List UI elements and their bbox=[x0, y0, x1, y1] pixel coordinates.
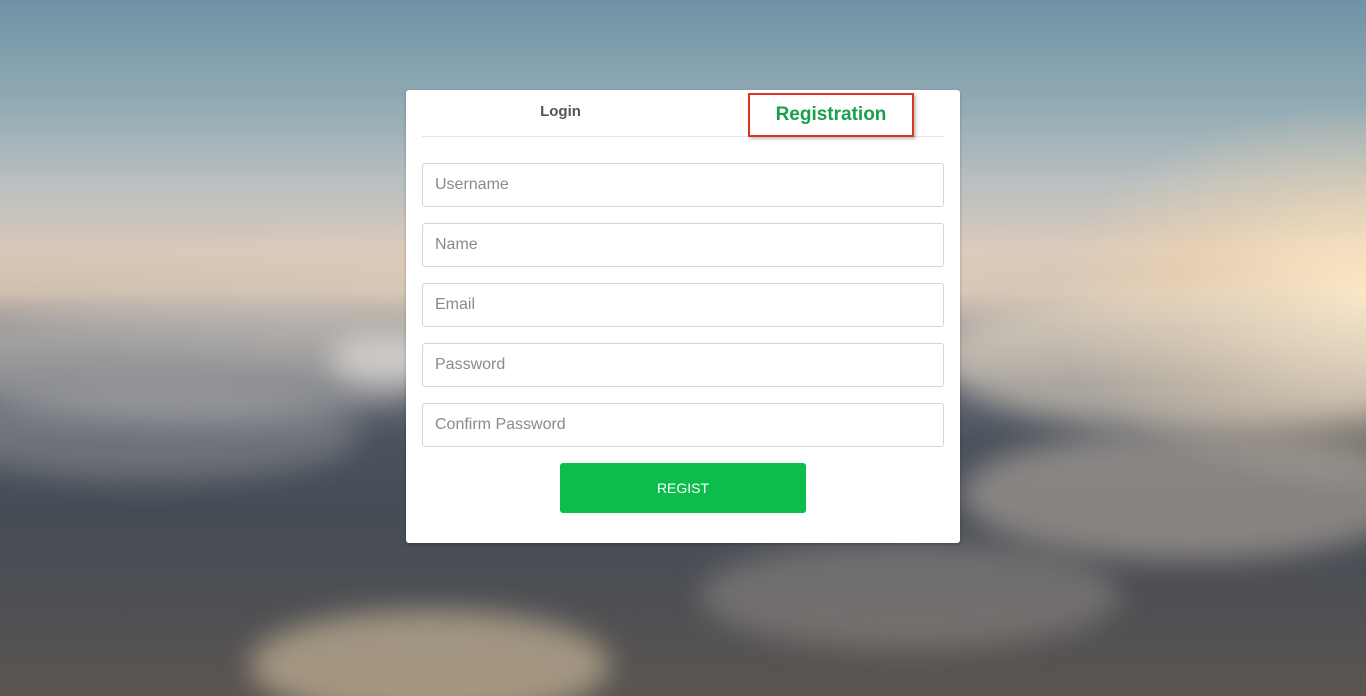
username-input[interactable] bbox=[422, 163, 944, 207]
regist-button[interactable]: REGIST bbox=[560, 463, 806, 513]
tab-login[interactable]: Login bbox=[422, 90, 699, 136]
tab-registration[interactable]: Registration bbox=[748, 93, 914, 137]
name-input[interactable] bbox=[422, 223, 944, 267]
tab-login-label: Login bbox=[540, 103, 581, 120]
auth-tabs: Login Registration bbox=[422, 90, 944, 137]
email-input[interactable] bbox=[422, 283, 944, 327]
tab-registration-label: Registration bbox=[775, 104, 887, 125]
confirm-password-input[interactable] bbox=[422, 403, 944, 447]
password-input[interactable] bbox=[422, 343, 944, 387]
registration-card: Login Registration REGIST bbox=[406, 90, 960, 543]
